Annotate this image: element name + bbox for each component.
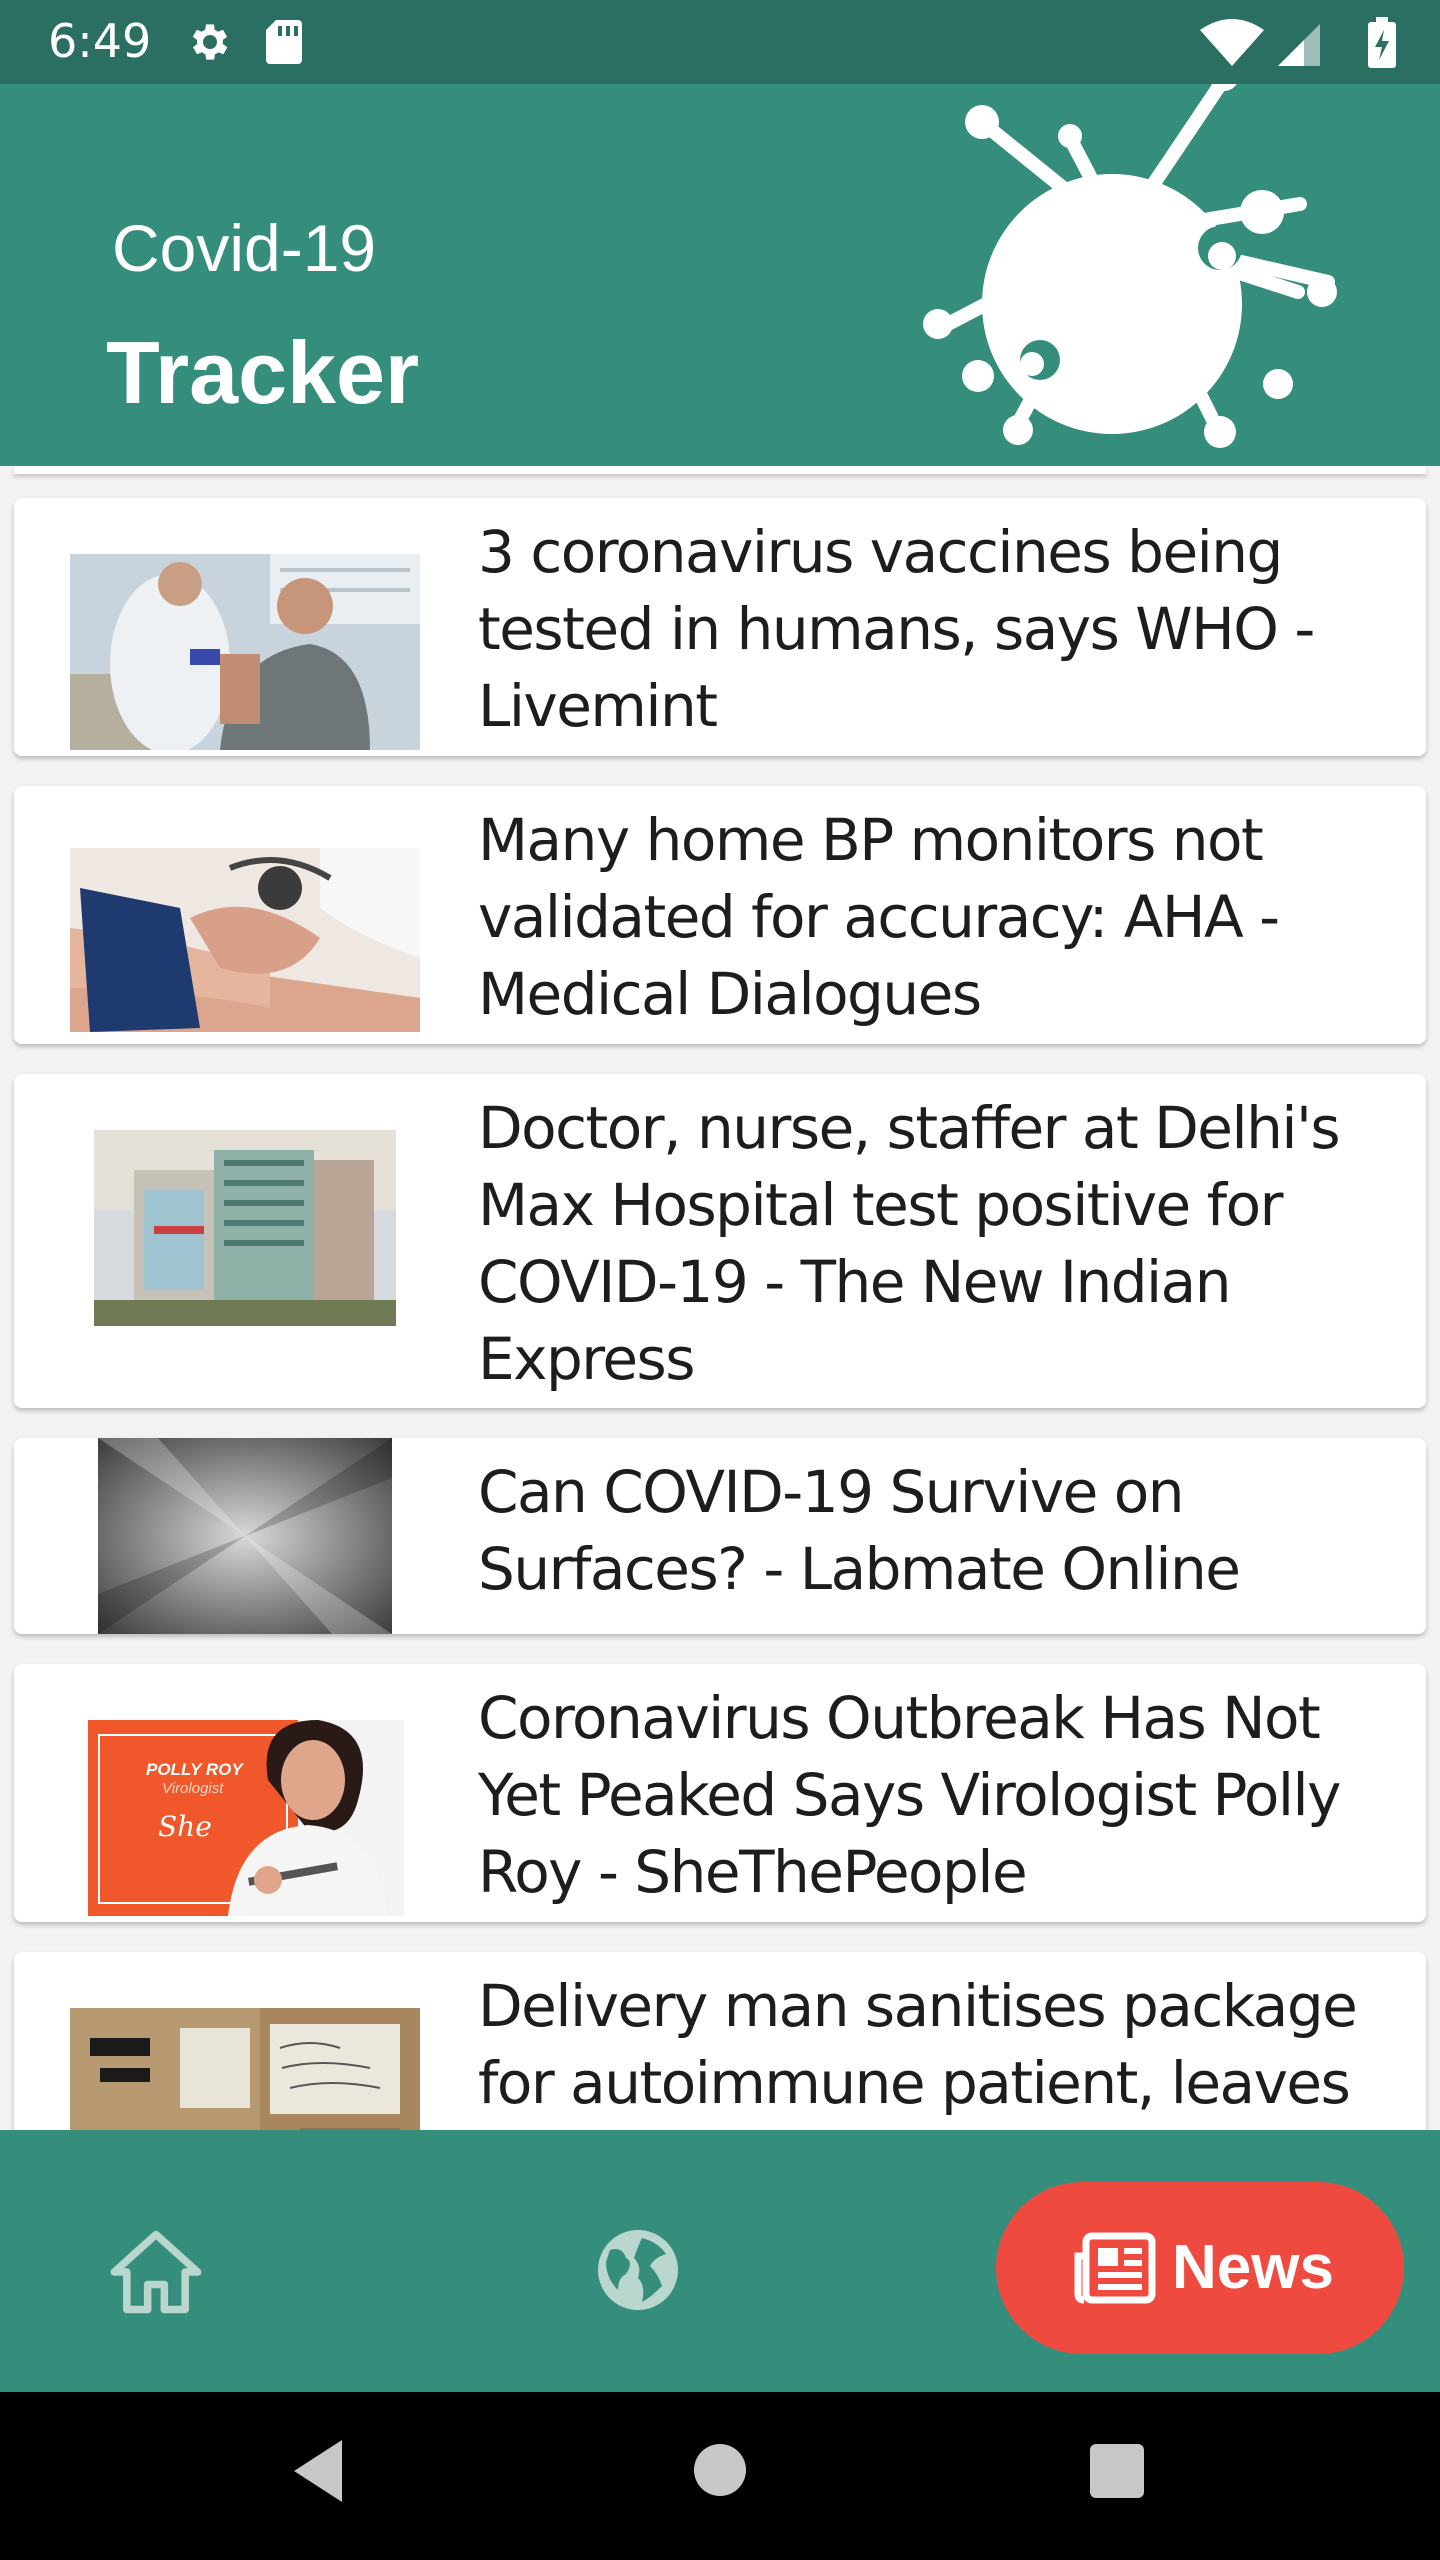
cell-signal-icon bbox=[1278, 24, 1320, 66]
news-title: Can COVID-19 Survive on Surfaces? - Labm… bbox=[478, 1458, 1241, 1603]
settings-gear-icon bbox=[192, 24, 228, 60]
news-thumbnail-bp-monitor bbox=[70, 848, 420, 1032]
news-card[interactable]: POLLY ROY Virologist She Coronavirus Out… bbox=[14, 1664, 1426, 1922]
app-subtitle: Covid-19 bbox=[112, 211, 377, 285]
news-thumbnail-hospital bbox=[94, 1130, 396, 1326]
nav-news-label: News bbox=[1172, 2233, 1334, 2302]
news-title: Doctor, nurse, staffer at Delhi's Max Ho… bbox=[478, 1094, 1341, 1393]
wifi-icon bbox=[1200, 19, 1264, 66]
status-indicators bbox=[1200, 17, 1396, 68]
recent-apps-icon[interactable] bbox=[1090, 2444, 1144, 2498]
nav-news-button[interactable]: News bbox=[996, 2182, 1404, 2354]
news-thumbnail-vaccine bbox=[70, 554, 420, 750]
home-circle-icon[interactable] bbox=[694, 2444, 746, 2496]
battery-icon bbox=[1368, 17, 1396, 68]
home-icon[interactable] bbox=[106, 2222, 206, 2322]
virus-logo-icon bbox=[923, 84, 1337, 448]
thumbnail-label-3: She bbox=[158, 1810, 212, 1843]
system-nav-bar bbox=[0, 2392, 1440, 2560]
sd-card-icon bbox=[266, 20, 302, 64]
news-thumbnail-metal-surface bbox=[98, 1438, 392, 1634]
news-title: Many home BP monitors not validated for … bbox=[478, 806, 1280, 1028]
news-card[interactable]: Can COVID-19 Survive on Surfaces? - Labm… bbox=[14, 1438, 1426, 1634]
news-title: 3 coronavirus vaccines being tested in h… bbox=[478, 518, 1315, 740]
news-thumbnail-package bbox=[70, 2008, 420, 2130]
news-title: Delivery man sanitises package for autoi… bbox=[478, 1972, 1358, 2130]
news-feed[interactable]: 3 coronavirus vaccines being tested in h… bbox=[0, 466, 1440, 2130]
bottom-nav: News bbox=[0, 2130, 1440, 2392]
thumbnail-person bbox=[228, 1720, 388, 1916]
news-title: Coronavirus Outbreak Has Not Yet Peaked … bbox=[478, 1684, 1341, 1906]
news-card[interactable]: Delivery man sanitises package for autoi… bbox=[14, 1952, 1426, 2130]
newspaper-icon bbox=[1074, 2232, 1156, 2304]
back-icon[interactable] bbox=[288, 2436, 348, 2506]
news-card[interactable]: Many home BP monitors not validated for … bbox=[14, 786, 1426, 1044]
status-bar: 6:49 bbox=[0, 0, 1440, 84]
app-header: Covid-19 Tracker bbox=[0, 84, 1440, 466]
status-time: 6:49 bbox=[48, 14, 152, 68]
app-title: Tracker bbox=[106, 323, 420, 422]
list-top-divider bbox=[14, 466, 1426, 474]
news-card[interactable]: Doctor, nurse, staffer at Delhi's Max Ho… bbox=[14, 1074, 1426, 1408]
news-card[interactable]: 3 coronavirus vaccines being tested in h… bbox=[14, 498, 1426, 756]
news-thumbnail-polly-roy: POLLY ROY Virologist She bbox=[88, 1720, 404, 1916]
globe-icon[interactable] bbox=[590, 2222, 686, 2318]
